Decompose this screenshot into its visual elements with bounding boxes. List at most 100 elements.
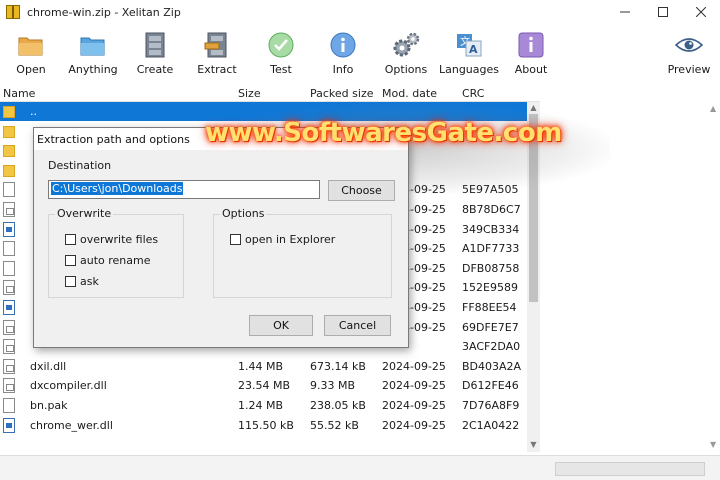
cell-size: 23.54 MB bbox=[238, 379, 291, 393]
cell-date: 2024-09-25 bbox=[382, 359, 446, 373]
toolbar: Open Anything Create Extract Test Info O… bbox=[0, 26, 720, 82]
executable-icon bbox=[3, 300, 15, 315]
gears-icon bbox=[392, 31, 420, 59]
folder-icon bbox=[3, 164, 15, 177]
cancel-button[interactable]: Cancel bbox=[324, 315, 391, 336]
scroll-down-icon[interactable]: ▼ bbox=[529, 440, 538, 450]
open-in-explorer-checkbox[interactable]: open in Explorer bbox=[230, 233, 335, 246]
extract-button[interactable]: Extract bbox=[186, 26, 248, 82]
cell-packed: 55.52 kB bbox=[310, 418, 359, 432]
file-row[interactable]: dxcompiler.dll 23.54 MB 9.33 MB 2024-09-25 D… bbox=[0, 376, 527, 395]
file-icon bbox=[3, 241, 15, 257]
info-button[interactable]: Info bbox=[312, 26, 374, 82]
cell-size: 1.44 MB bbox=[238, 359, 284, 373]
dll-file-icon bbox=[3, 358, 15, 374]
title-bar: chrome-win.zip - Xelitan Zip bbox=[0, 0, 720, 24]
cell-crc: DFB08758 bbox=[462, 261, 520, 275]
cell-packed: 673.14 kB bbox=[310, 359, 366, 373]
watermark-text: www.SoftwaresGate.com bbox=[205, 118, 562, 148]
cell-size: 1.24 MB bbox=[238, 399, 284, 412]
cell-crc: 2C1A0422 bbox=[462, 418, 520, 432]
cell-crc: BD403A2A bbox=[462, 359, 522, 373]
file-icon bbox=[3, 398, 15, 413]
destination-path-input[interactable]: C:\Users\jon\Downloads bbox=[48, 180, 320, 199]
cell-name: bn.pak bbox=[30, 399, 68, 412]
folder-open-icon bbox=[17, 31, 45, 59]
ok-button[interactable]: OK bbox=[249, 315, 313, 336]
column-mod-date[interactable]: Mod. date bbox=[382, 87, 437, 100]
cell-name: chrome_wer.dll bbox=[30, 418, 113, 432]
options-group: Options open in Explorer bbox=[213, 207, 392, 298]
cell-crc: 152E9589 bbox=[462, 281, 518, 295]
ask-checkbox[interactable]: ask bbox=[65, 275, 99, 288]
cell-crc: A1DF7733 bbox=[462, 242, 520, 256]
cell-date: 2024-09-25 bbox=[382, 399, 446, 412]
column-size[interactable]: Size bbox=[238, 87, 261, 100]
preview-scroll-down-icon[interactable]: ▼ bbox=[710, 440, 716, 449]
preview-scrollbar[interactable]: ▲ ▼ bbox=[706, 102, 720, 452]
info-icon bbox=[329, 31, 357, 59]
checkbox-box[interactable] bbox=[65, 276, 76, 287]
cell-name: .. bbox=[30, 105, 37, 118]
checkbox-box[interactable] bbox=[65, 255, 76, 266]
languages-button[interactable]: 文A Languages bbox=[438, 26, 500, 82]
executable-icon bbox=[3, 221, 15, 237]
column-packed-size[interactable]: Packed size bbox=[310, 87, 373, 100]
options-button[interactable]: Options bbox=[375, 26, 437, 82]
about-button[interactable]: About bbox=[500, 26, 562, 82]
file-icon bbox=[3, 260, 15, 276]
overwrite-files-checkbox[interactable]: overwrite files bbox=[65, 233, 158, 246]
cell-crc: D612FE46 bbox=[462, 379, 519, 393]
test-button[interactable]: Test bbox=[250, 26, 312, 82]
dll-file-icon bbox=[3, 280, 15, 296]
dll-file-icon bbox=[3, 378, 15, 394]
cell-crc: 349CB334 bbox=[462, 222, 520, 236]
cell-crc: 3ACF2DA0 bbox=[462, 340, 521, 354]
cell-crc: FF88EE54 bbox=[462, 301, 517, 314]
cell-packed: 9.33 MB bbox=[310, 379, 356, 393]
folder-anything-icon bbox=[79, 31, 107, 59]
window-controls bbox=[606, 0, 720, 24]
folder-icon bbox=[3, 106, 15, 118]
destination-label: Destination bbox=[48, 159, 112, 172]
column-crc[interactable]: CRC bbox=[462, 87, 484, 100]
column-header: Name Size Packed size Mod. date CRC bbox=[0, 84, 540, 102]
checkbox-box[interactable] bbox=[65, 234, 76, 245]
anything-button[interactable]: Anything bbox=[62, 26, 124, 82]
cell-size: 115.50 kB bbox=[238, 418, 294, 432]
column-name[interactable]: Name bbox=[3, 87, 35, 100]
extraction-dialog: Extraction path and options Destination … bbox=[33, 127, 409, 348]
about-icon bbox=[517, 31, 545, 59]
maximize-icon[interactable] bbox=[644, 0, 682, 24]
preview-scroll-up-icon[interactable]: ▲ bbox=[710, 104, 716, 113]
cell-date: 2024-09-25 bbox=[382, 418, 446, 432]
close-icon[interactable] bbox=[682, 0, 720, 24]
translate-icon: 文A bbox=[455, 31, 483, 59]
cabinet-extract-icon bbox=[203, 31, 231, 59]
cell-crc: 69DFE7E7 bbox=[462, 320, 519, 334]
auto-rename-checkbox[interactable]: auto rename bbox=[65, 254, 151, 267]
file-row[interactable]: dxil.dll 1.44 MB 673.14 kB 2024-09-25 BD403A… bbox=[0, 357, 527, 376]
open-button[interactable]: Open bbox=[0, 26, 62, 82]
destination-path-value: C:\Users\jon\Downloads bbox=[51, 182, 184, 195]
overwrite-group: Overwrite overwrite files auto rename as… bbox=[48, 207, 184, 298]
preview-button[interactable]: Preview bbox=[658, 26, 720, 82]
check-circle-icon bbox=[267, 31, 295, 59]
executable-icon bbox=[3, 417, 15, 433]
cell-crc: 8B78D6C7 bbox=[462, 203, 521, 216]
dll-file-icon bbox=[3, 202, 15, 217]
cabinet-create-icon bbox=[141, 31, 169, 59]
create-button[interactable]: Create bbox=[124, 26, 186, 82]
eye-icon bbox=[675, 31, 703, 59]
choose-button[interactable]: Choose bbox=[328, 180, 395, 201]
folder-icon bbox=[3, 125, 15, 138]
minimize-icon[interactable] bbox=[606, 0, 644, 24]
file-icon bbox=[3, 182, 15, 198]
dll-file-icon bbox=[3, 319, 15, 335]
file-row[interactable]: bn.pak 1.24 MB 238.05 kB 2024-09-25 7D76A8F9 bbox=[0, 396, 527, 415]
status-progress-field bbox=[555, 462, 705, 476]
checkbox-box[interactable] bbox=[230, 234, 241, 245]
file-row[interactable]: chrome_wer.dll 115.50 kB 55.52 kB 2024-09-2… bbox=[0, 416, 527, 435]
dialog-title: Extraction path and options bbox=[37, 133, 190, 146]
overwrite-group-title: Overwrite bbox=[55, 207, 114, 220]
